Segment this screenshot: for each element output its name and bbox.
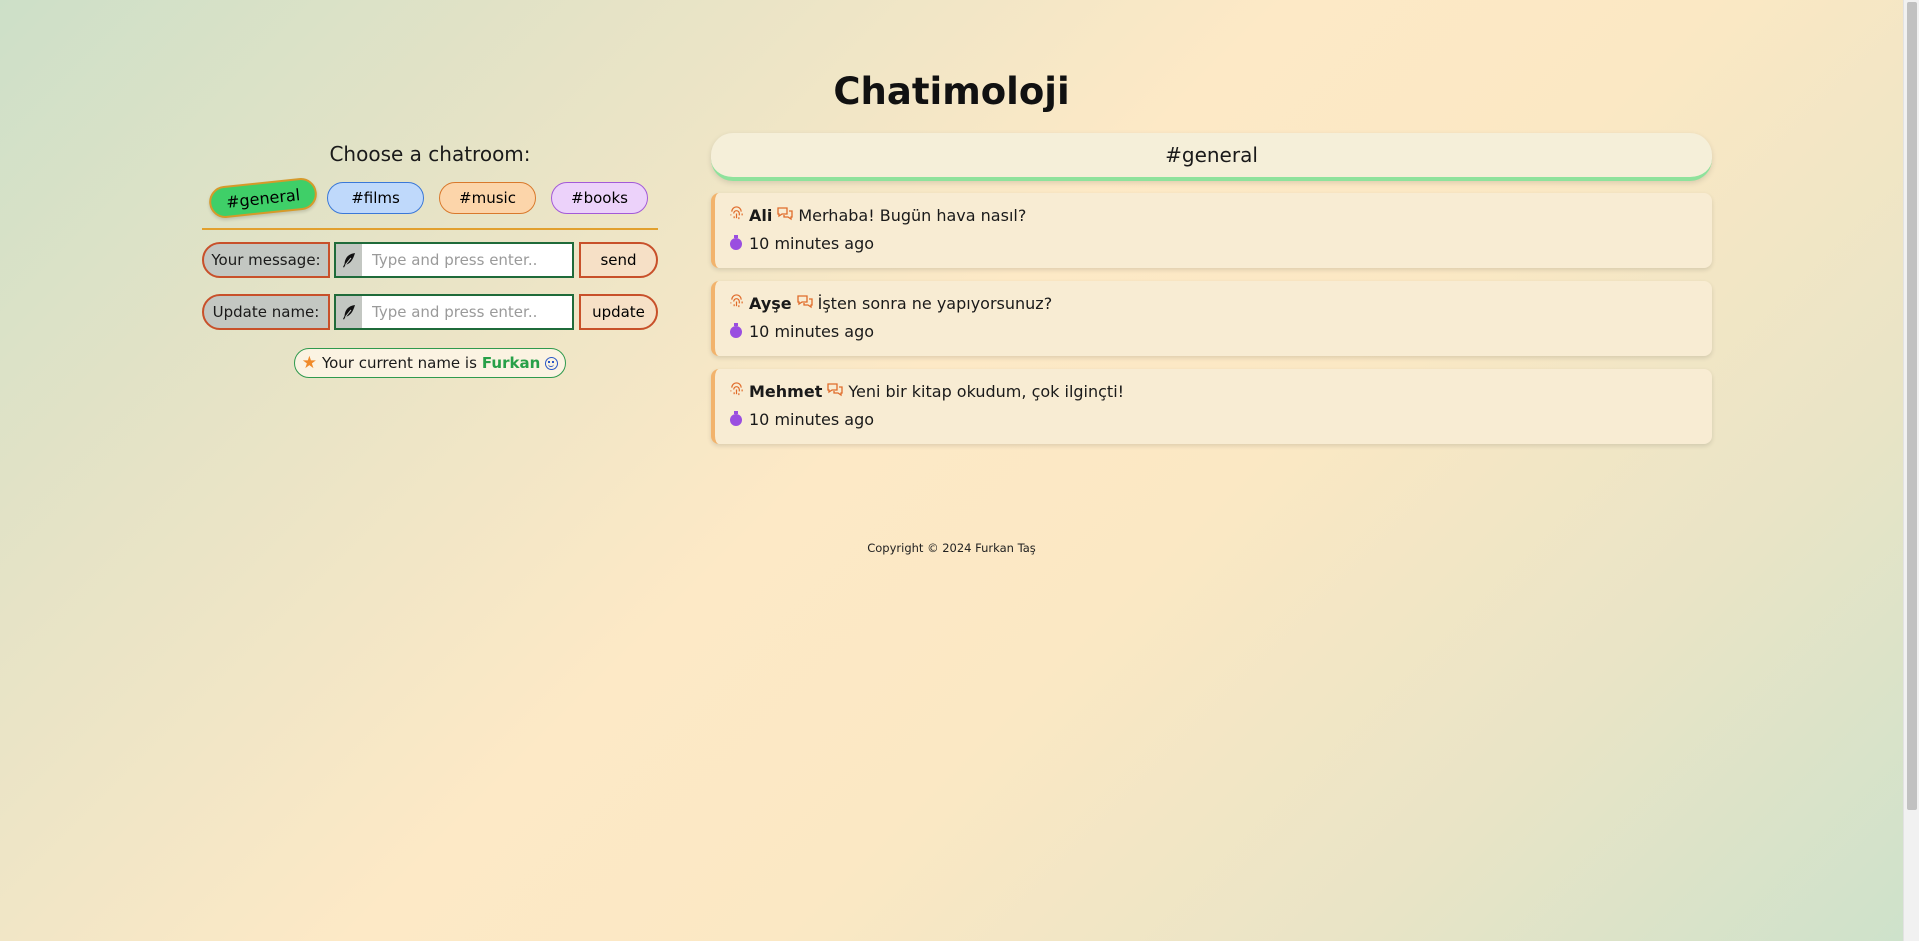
chat-message: Mehmet Yeni bir kitap okudum, çok ilginç… [711,369,1712,444]
message-header: Ali Merhaba! Bugün hava nasıl? [727,204,1700,227]
choose-chatroom-heading: Choose a chatroom: [329,142,531,166]
chat-message: Ayşe İşten sonra ne yapıyorsunuz? 10 min… [711,281,1712,356]
message-author: Ayşe [749,294,792,313]
chatroom-controls: Choose a chatroom: #general #films #musi… [202,140,658,378]
chat-bubbles-icon [776,206,794,225]
message-text: İşten sonra ne yapıyorsunuz? [817,294,1053,313]
name-form: Update name: update [202,294,658,330]
name-input[interactable] [362,296,572,328]
update-name-label: Update name: [202,294,330,330]
chat-message: Ali Merhaba! Bugün hava nasıl? 10 minute… [711,193,1712,268]
page: Chatimoloji Choose a chatroom: #general … [0,0,1903,941]
stopwatch-icon [730,234,742,250]
message-text: Merhaba! Bugün hava nasıl? [798,206,1027,225]
room-button-music[interactable]: #music [439,182,536,214]
fingerprint-icon [727,382,745,401]
message-form: Your message: send [202,242,658,278]
stopwatch-icon [730,322,742,338]
message-time: 10 minutes ago [749,234,875,253]
stopwatch-icon [730,410,742,426]
message-meta: 10 minutes ago [727,408,1700,431]
message-meta: 10 minutes ago [727,232,1700,255]
room-button-books[interactable]: #books [551,182,648,214]
current-name-badge: ★ Your current name is Furkan [293,348,567,378]
message-label: Your message: [202,242,330,278]
message-meta: 10 minutes ago [727,320,1700,343]
message-author: Ali [749,206,773,225]
app-title: Chatimoloji [833,70,1070,113]
current-name-prefix: Your current name is [321,354,477,372]
feather-icon [336,296,362,328]
star-icon: ★ [301,353,317,373]
chat-panel: #general Ali Merhaba! Bugün hava nasıl? [711,133,1712,457]
send-button[interactable]: send [579,242,658,278]
message-header: Mehmet Yeni bir kitap okudum, çok ilginç… [727,380,1700,403]
message-input[interactable] [362,244,572,276]
footer-copyright: Copyright © 2024 Furkan Taş [867,541,1036,555]
smile-icon [545,356,559,370]
message-input-wrapper [334,242,574,278]
chat-bubbles-icon [826,382,844,401]
current-room-title: #general [711,133,1712,181]
feather-icon [336,244,362,276]
vertical-scrollbar[interactable] [1903,0,1919,941]
update-button[interactable]: update [579,294,658,330]
fingerprint-icon [727,294,745,313]
room-button-films[interactable]: #films [327,182,424,214]
message-time: 10 minutes ago [749,410,875,429]
message-header: Ayşe İşten sonra ne yapıyorsunuz? [727,292,1700,315]
current-name-value: Furkan [481,354,541,372]
name-input-wrapper [334,294,574,330]
chat-bubbles-icon [796,294,814,313]
room-button-general[interactable]: #general [207,176,319,220]
message-text: Yeni bir kitap okudum, çok ilginçti! [848,382,1125,401]
message-time: 10 minutes ago [749,322,875,341]
chatroom-list: #general #films #music #books [202,176,658,230]
current-name-wrapper: ★ Your current name is Furkan [202,348,658,378]
scrollbar-thumb[interactable] [1907,2,1917,810]
fingerprint-icon [727,206,745,225]
message-author: Mehmet [749,382,823,401]
